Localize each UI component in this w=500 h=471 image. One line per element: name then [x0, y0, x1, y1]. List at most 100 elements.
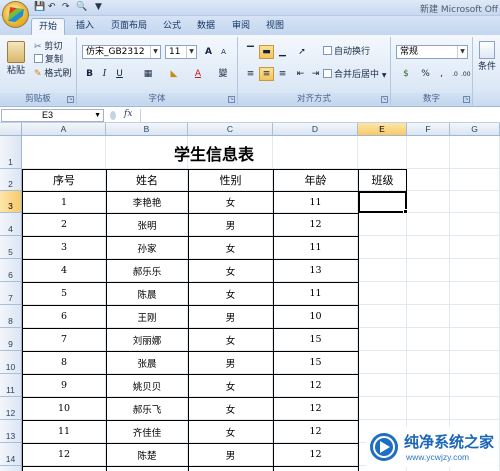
increase-decimal-button[interactable]: .0: [450, 67, 460, 81]
wrap-text-button[interactable]: 自动换行: [323, 46, 370, 58]
table-cell[interactable]: 12: [273, 443, 358, 466]
tab-home[interactable]: 开始: [31, 18, 65, 35]
row-header-15[interactable]: 15: [0, 466, 22, 471]
cut-button[interactable]: ✂ 剪切: [34, 41, 62, 53]
percent-button[interactable]: %: [418, 67, 433, 81]
font-color-button[interactable]: A: [187, 67, 209, 81]
table-cell[interactable]: 11: [273, 236, 358, 259]
tab-review[interactable]: 审阅: [225, 18, 257, 35]
table-cell[interactable]: 陈楚: [106, 443, 188, 466]
table-cell[interactable]: 11: [22, 420, 106, 443]
number-launcher-icon[interactable]: ↘: [463, 96, 470, 103]
row-header-7[interactable]: 7: [0, 282, 22, 305]
underline-button[interactable]: U: [112, 67, 127, 81]
row-header-3[interactable]: 3: [0, 191, 22, 213]
table-cell[interactable]: 女: [188, 191, 273, 213]
alignment-launcher-icon[interactable]: ↘: [381, 96, 388, 103]
table-cell[interactable]: 10: [273, 305, 358, 328]
column-header-d[interactable]: D: [273, 123, 358, 136]
column-header-b[interactable]: B: [106, 123, 188, 136]
column-header-c[interactable]: C: [188, 123, 273, 136]
table-cell[interactable]: 15: [273, 328, 358, 351]
table-cell[interactable]: 女: [188, 420, 273, 443]
table-cell[interactable]: 12: [22, 443, 106, 466]
column-header-g[interactable]: G: [450, 123, 500, 136]
number-format-select[interactable]: 常规 ▼: [396, 45, 468, 59]
table-cell[interactable]: 9: [22, 374, 106, 397]
table-cell[interactable]: 12: [273, 397, 358, 420]
table-cell[interactable]: 12: [273, 374, 358, 397]
table-cell[interactable]: 6: [22, 305, 106, 328]
copy-button[interactable]: 复制: [34, 54, 63, 66]
table-cell[interactable]: 姚贝贝: [106, 374, 188, 397]
row-header-11[interactable]: 11: [0, 374, 22, 397]
table-cell[interactable]: 女: [188, 259, 273, 282]
sheet-title[interactable]: 学生信息表: [22, 136, 406, 169]
shrink-font-button[interactable]: A: [216, 45, 231, 59]
table-cell[interactable]: 孙家: [106, 236, 188, 259]
table-header-cell[interactable]: 性别: [188, 169, 273, 191]
orientation-button[interactable]: ➚: [293, 45, 311, 59]
tab-insert[interactable]: 插入: [68, 18, 102, 35]
row-header-1[interactable]: 1: [0, 136, 22, 169]
table-header-cell[interactable]: 年龄: [273, 169, 358, 191]
merge-center-button[interactable]: 合并后居中 ▼: [323, 69, 387, 82]
row-header-8[interactable]: 8: [0, 305, 22, 328]
save-icon[interactable]: 💾: [34, 2, 45, 14]
table-cell[interactable]: 刘丽娜: [106, 328, 188, 351]
align-bottom-button[interactable]: ▁: [275, 45, 290, 59]
clipboard-launcher-icon[interactable]: ↘: [67, 96, 74, 103]
italic-button[interactable]: I: [97, 67, 112, 81]
table-cell[interactable]: 12: [273, 213, 358, 236]
conditional-formatting-button[interactable]: 条件: [477, 41, 497, 73]
table-cell[interactable]: 11: [273, 282, 358, 305]
table-cell[interactable]: 李艳艳: [106, 191, 188, 213]
row-header-14[interactable]: 14: [0, 443, 22, 466]
font-launcher-icon[interactable]: ↘: [228, 96, 235, 103]
table-cell[interactable]: 女: [188, 374, 273, 397]
table-header-cell[interactable]: 姓名: [106, 169, 188, 191]
decrease-decimal-button[interactable]: .00: [460, 67, 471, 81]
format-painter-button[interactable]: ✎ 格式刷: [34, 68, 71, 80]
borders-button[interactable]: ▦: [137, 67, 159, 81]
row-header-10[interactable]: 10: [0, 351, 22, 374]
increase-indent-button[interactable]: ⇥: [308, 67, 323, 81]
formula-input[interactable]: [140, 109, 498, 122]
table-cell[interactable]: 郝乐乐: [106, 259, 188, 282]
row-header-5[interactable]: 5: [0, 236, 22, 259]
row-header-2[interactable]: 2: [0, 169, 22, 191]
name-box[interactable]: E3 ▼: [1, 109, 104, 122]
table-cell[interactable]: 张明: [106, 213, 188, 236]
table-cell[interactable]: 张晨: [106, 351, 188, 374]
table-cell[interactable]: 3: [22, 236, 106, 259]
table-cell[interactable]: 2: [22, 213, 106, 236]
fill-color-button[interactable]: ◣: [163, 67, 185, 81]
formula-bar-splitter[interactable]: [110, 111, 116, 120]
office-button[interactable]: [2, 1, 29, 28]
active-cell-e3[interactable]: [358, 191, 407, 213]
table-cell[interactable]: 7: [22, 328, 106, 351]
align-center-button[interactable]: ≡: [259, 67, 274, 81]
bold-button[interactable]: B: [82, 67, 97, 81]
row-header-9[interactable]: 9: [0, 328, 22, 351]
redo-icon[interactable]: ↷: [62, 2, 70, 14]
currency-button[interactable]: $: [396, 67, 416, 81]
fill-handle[interactable]: [403, 209, 408, 214]
table-cell[interactable]: 1: [22, 191, 106, 213]
decrease-indent-button[interactable]: ⇤: [293, 67, 308, 81]
paste-button[interactable]: 粘贴: [4, 41, 28, 81]
row-header-12[interactable]: 12: [0, 397, 22, 420]
table-cell[interactable]: 10: [22, 397, 106, 420]
table-cell[interactable]: 15: [273, 351, 358, 374]
grow-font-button[interactable]: A: [201, 45, 216, 59]
align-top-button[interactable]: ▔: [243, 45, 258, 59]
font-name-select[interactable]: 仿宋_GB2312 ▼: [82, 45, 161, 59]
tab-view[interactable]: 视图: [259, 18, 291, 35]
table-cell[interactable]: 男: [188, 443, 273, 466]
table-cell[interactable]: 12: [273, 420, 358, 443]
worksheet-grid[interactable]: ABCDEFG 123456789101112131415 学生信息表 序号姓名…: [0, 123, 500, 471]
align-right-button[interactable]: ≡: [275, 67, 290, 81]
insert-function-button[interactable]: fx: [124, 109, 132, 119]
align-middle-button[interactable]: ▬: [259, 45, 274, 59]
align-left-button[interactable]: ≡: [243, 67, 258, 81]
